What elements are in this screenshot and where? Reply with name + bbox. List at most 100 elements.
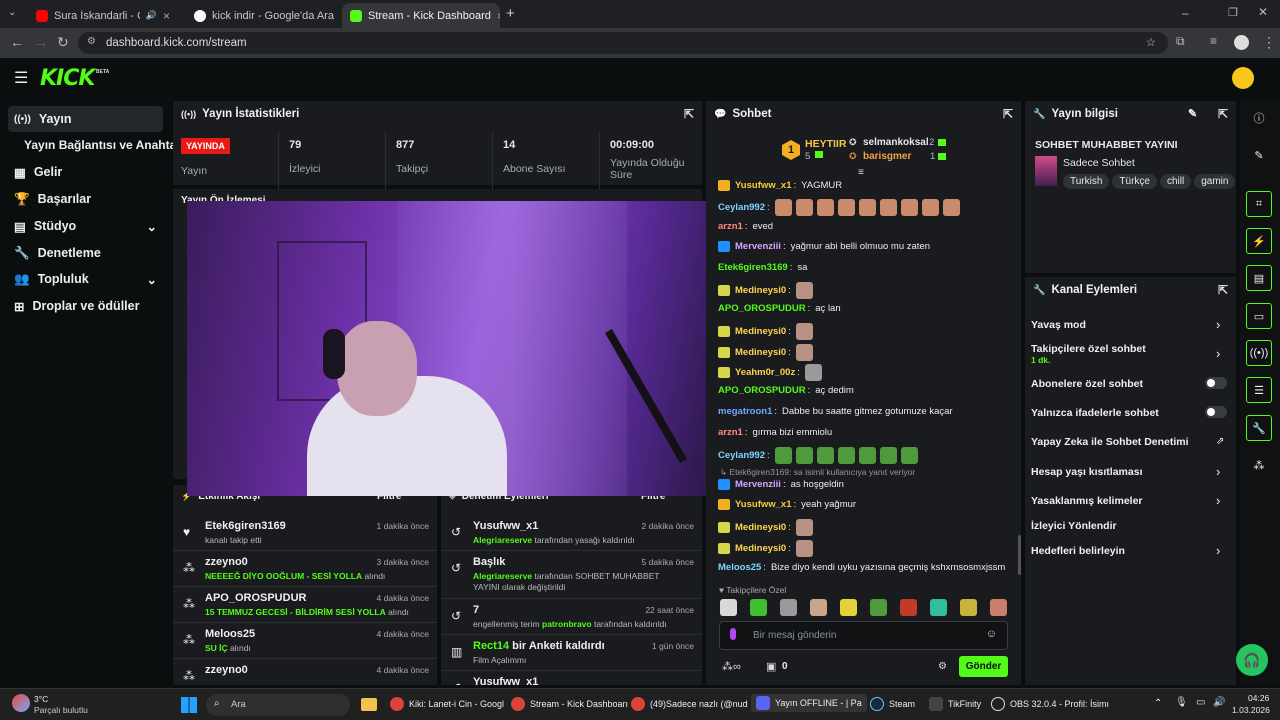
tab-list-chevron-icon[interactable]: ⌄ bbox=[8, 7, 16, 18]
tag[interactable]: chill bbox=[1159, 174, 1192, 189]
event-user[interactable]: zzeyno0 bbox=[205, 556, 248, 568]
taskbar-app[interactable]: Steam bbox=[870, 697, 915, 711]
emote[interactable] bbox=[780, 599, 797, 616]
tag[interactable]: gamin bbox=[1194, 174, 1235, 189]
action-ai-moderation[interactable]: Yapay Zeka ile Sohbet Denetimi bbox=[1031, 436, 1189, 448]
taskbar-app[interactable]: OBS 32.0.4 - Profil: İsimı bbox=[991, 697, 1109, 711]
leader2-name[interactable]: selmankoksal bbox=[863, 137, 929, 148]
emote[interactable] bbox=[720, 599, 737, 616]
mic-icon[interactable] bbox=[730, 628, 736, 640]
kicks-icon[interactable]: ⁂∞ bbox=[722, 660, 741, 673]
mod-target[interactable]: Yusufww_x1 bbox=[473, 520, 538, 532]
support-chat-button[interactable]: 🎧 bbox=[1236, 644, 1268, 676]
extensions-icon[interactable]: ⧉ bbox=[1176, 34, 1185, 49]
mod-target[interactable]: 7 bbox=[473, 604, 479, 616]
leader-name[interactable]: HEYTIIR bbox=[805, 138, 846, 150]
chat-username[interactable]: Medineysi0 bbox=[735, 326, 786, 337]
window-close-icon[interactable]: ✕ bbox=[1258, 5, 1268, 19]
tab-kick-dashboard[interactable]: Stream - Kick Dashboard × bbox=[342, 3, 500, 28]
mic-tray-icon[interactable]: 🎙 bbox=[1175, 697, 1188, 708]
chat-username[interactable]: Meloos25 bbox=[718, 562, 761, 573]
network-icon[interactable]: ▭ bbox=[1196, 697, 1205, 708]
chevron-right-icon[interactable]: › bbox=[1216, 464, 1220, 479]
sidebar-item-basarilar[interactable]: 🏆 Başarılar bbox=[8, 186, 163, 212]
emoji-icon[interactable]: ☺ bbox=[986, 628, 997, 640]
action-set-goals[interactable]: Hedefleri belirleyin bbox=[1031, 545, 1125, 557]
store-icon[interactable]: ▣ bbox=[766, 660, 776, 673]
sidebar-item-stream-key[interactable]: Yayın Bağlantısı ve Anahtarı bbox=[8, 132, 184, 158]
site-info-icon[interactable]: ⚙ bbox=[87, 36, 96, 47]
sidebar-item-gelir[interactable]: ▦ Gelir bbox=[8, 159, 163, 185]
chat-emote[interactable] bbox=[774, 447, 792, 464]
emote[interactable] bbox=[930, 599, 947, 616]
action-slow-mode[interactable]: Yavaş mod bbox=[1031, 319, 1086, 331]
windows-start-icon[interactable] bbox=[181, 697, 197, 713]
emote[interactable] bbox=[870, 599, 887, 616]
chat-username[interactable]: Medineysi0 bbox=[735, 543, 786, 554]
browser-menu-icon[interactable]: ⋮ bbox=[1262, 34, 1276, 51]
sidebar-item-denetleme[interactable]: 🔧 Denetleme bbox=[8, 240, 163, 266]
user-avatar[interactable] bbox=[1232, 67, 1254, 89]
taskbar-app[interactable]: Stream - Kick Dashboarı bbox=[511, 697, 628, 711]
url-input[interactable]: ⚙ dashboard.kick.com/stream ☆ bbox=[78, 32, 1168, 54]
chat-username[interactable]: Yeahm0r_00z bbox=[735, 367, 795, 378]
toolbar-broadcast-button[interactable]: ((•)) bbox=[1246, 340, 1272, 366]
action-host-redirect[interactable]: İzleyici Yönlendir bbox=[1031, 520, 1117, 532]
chat-input[interactable]: Bir mesaj gönderin ☺ bbox=[719, 621, 1008, 650]
clock-time[interactable]: 04:26 bbox=[1248, 693, 1269, 703]
emote[interactable] bbox=[840, 599, 857, 616]
close-icon[interactable]: × bbox=[497, 9, 500, 23]
toolbar-mod-button[interactable]: 🔧 bbox=[1246, 415, 1272, 441]
chat-username[interactable]: megatroon1 bbox=[718, 406, 772, 417]
chat-username[interactable]: APO_OROSPUDUR bbox=[718, 303, 806, 314]
chat-emote[interactable] bbox=[795, 519, 813, 536]
bookmark-star-icon[interactable]: ☆ bbox=[1146, 35, 1156, 49]
media-icon[interactable]: ≡ bbox=[1210, 34, 1217, 48]
chat-emote[interactable] bbox=[795, 447, 813, 464]
sidebar-item-topluluk[interactable]: 👥 Topluluk ⌄ bbox=[8, 266, 163, 292]
mod-target[interactable]: Yusufww_x1 bbox=[473, 676, 538, 685]
sidebar-item-yayin[interactable]: ((•)) Yayın bbox=[8, 106, 163, 132]
popout-icon[interactable]: ⇱ bbox=[1003, 107, 1013, 121]
new-tab-icon[interactable]: + bbox=[506, 5, 515, 22]
tab-youtube[interactable]: Sura İskandarli - Gelme Artı 🔊 × bbox=[28, 3, 178, 28]
tag[interactable]: Türkçe bbox=[1112, 174, 1157, 189]
restore-icon[interactable]: ❐ bbox=[1228, 6, 1238, 19]
taskbar-search[interactable]: ⌕ Ara bbox=[206, 694, 350, 716]
toolbar-activity-button[interactable]: ⚡ bbox=[1246, 228, 1272, 254]
kick-logo[interactable]: KICK bbox=[40, 66, 95, 91]
chat-username[interactable]: Mervenziii bbox=[735, 479, 781, 490]
chat-emote[interactable] bbox=[816, 447, 834, 464]
popout-icon[interactable]: ⇱ bbox=[684, 107, 694, 121]
minimize-icon[interactable]: – bbox=[1182, 6, 1189, 20]
chat-username[interactable]: Medineysi0 bbox=[735, 285, 786, 296]
chat-emote[interactable] bbox=[816, 199, 834, 216]
taskbar-app[interactable]: Yayın OFFLINE - | Pa bbox=[751, 694, 867, 712]
chat-username[interactable]: Mervenziii bbox=[735, 241, 781, 252]
info-icon[interactable]: ⓘ bbox=[1246, 105, 1272, 131]
chat-username[interactable]: arzn1 bbox=[718, 427, 743, 438]
popout-icon[interactable]: ⇱ bbox=[1218, 283, 1228, 297]
chat-emote[interactable] bbox=[837, 447, 855, 464]
toolbar-chat-button[interactable]: ▭ bbox=[1246, 303, 1272, 329]
chat-emote[interactable] bbox=[774, 199, 792, 216]
taskbar-app[interactable]: (49)Sadece nazlı (@nud bbox=[631, 697, 748, 711]
action-subscribers-only[interactable]: Abonelere özel sohbet bbox=[1031, 378, 1143, 390]
moderator-name[interactable]: Rect14 bbox=[473, 640, 509, 652]
send-button[interactable]: Gönder bbox=[959, 656, 1008, 677]
chat-emote[interactable] bbox=[795, 540, 813, 557]
back-icon[interactable]: ← bbox=[10, 34, 24, 50]
chat-emote[interactable] bbox=[900, 199, 918, 216]
taskbar-app[interactable]: TikFinity bbox=[929, 697, 981, 711]
action-account-age[interactable]: Hesap yaşı kısıtlaması bbox=[1031, 466, 1143, 478]
tab-google[interactable]: kick indir - Google'da Ara × bbox=[186, 3, 336, 28]
chat-username[interactable]: Ceylan992 bbox=[718, 202, 765, 213]
chat-username[interactable]: Yusufww_x1 bbox=[735, 499, 792, 510]
emote[interactable] bbox=[900, 599, 917, 616]
kicks-icon[interactable]: ⁂ bbox=[1246, 452, 1272, 478]
chat-emote[interactable] bbox=[900, 447, 918, 464]
tag[interactable]: Turkish bbox=[1063, 174, 1110, 189]
chevron-right-icon[interactable]: › bbox=[1216, 346, 1220, 361]
event-user[interactable]: APO_OROSPUDUR bbox=[205, 592, 306, 604]
expand-leaderboard-icon[interactable]: ≡ bbox=[858, 167, 864, 178]
